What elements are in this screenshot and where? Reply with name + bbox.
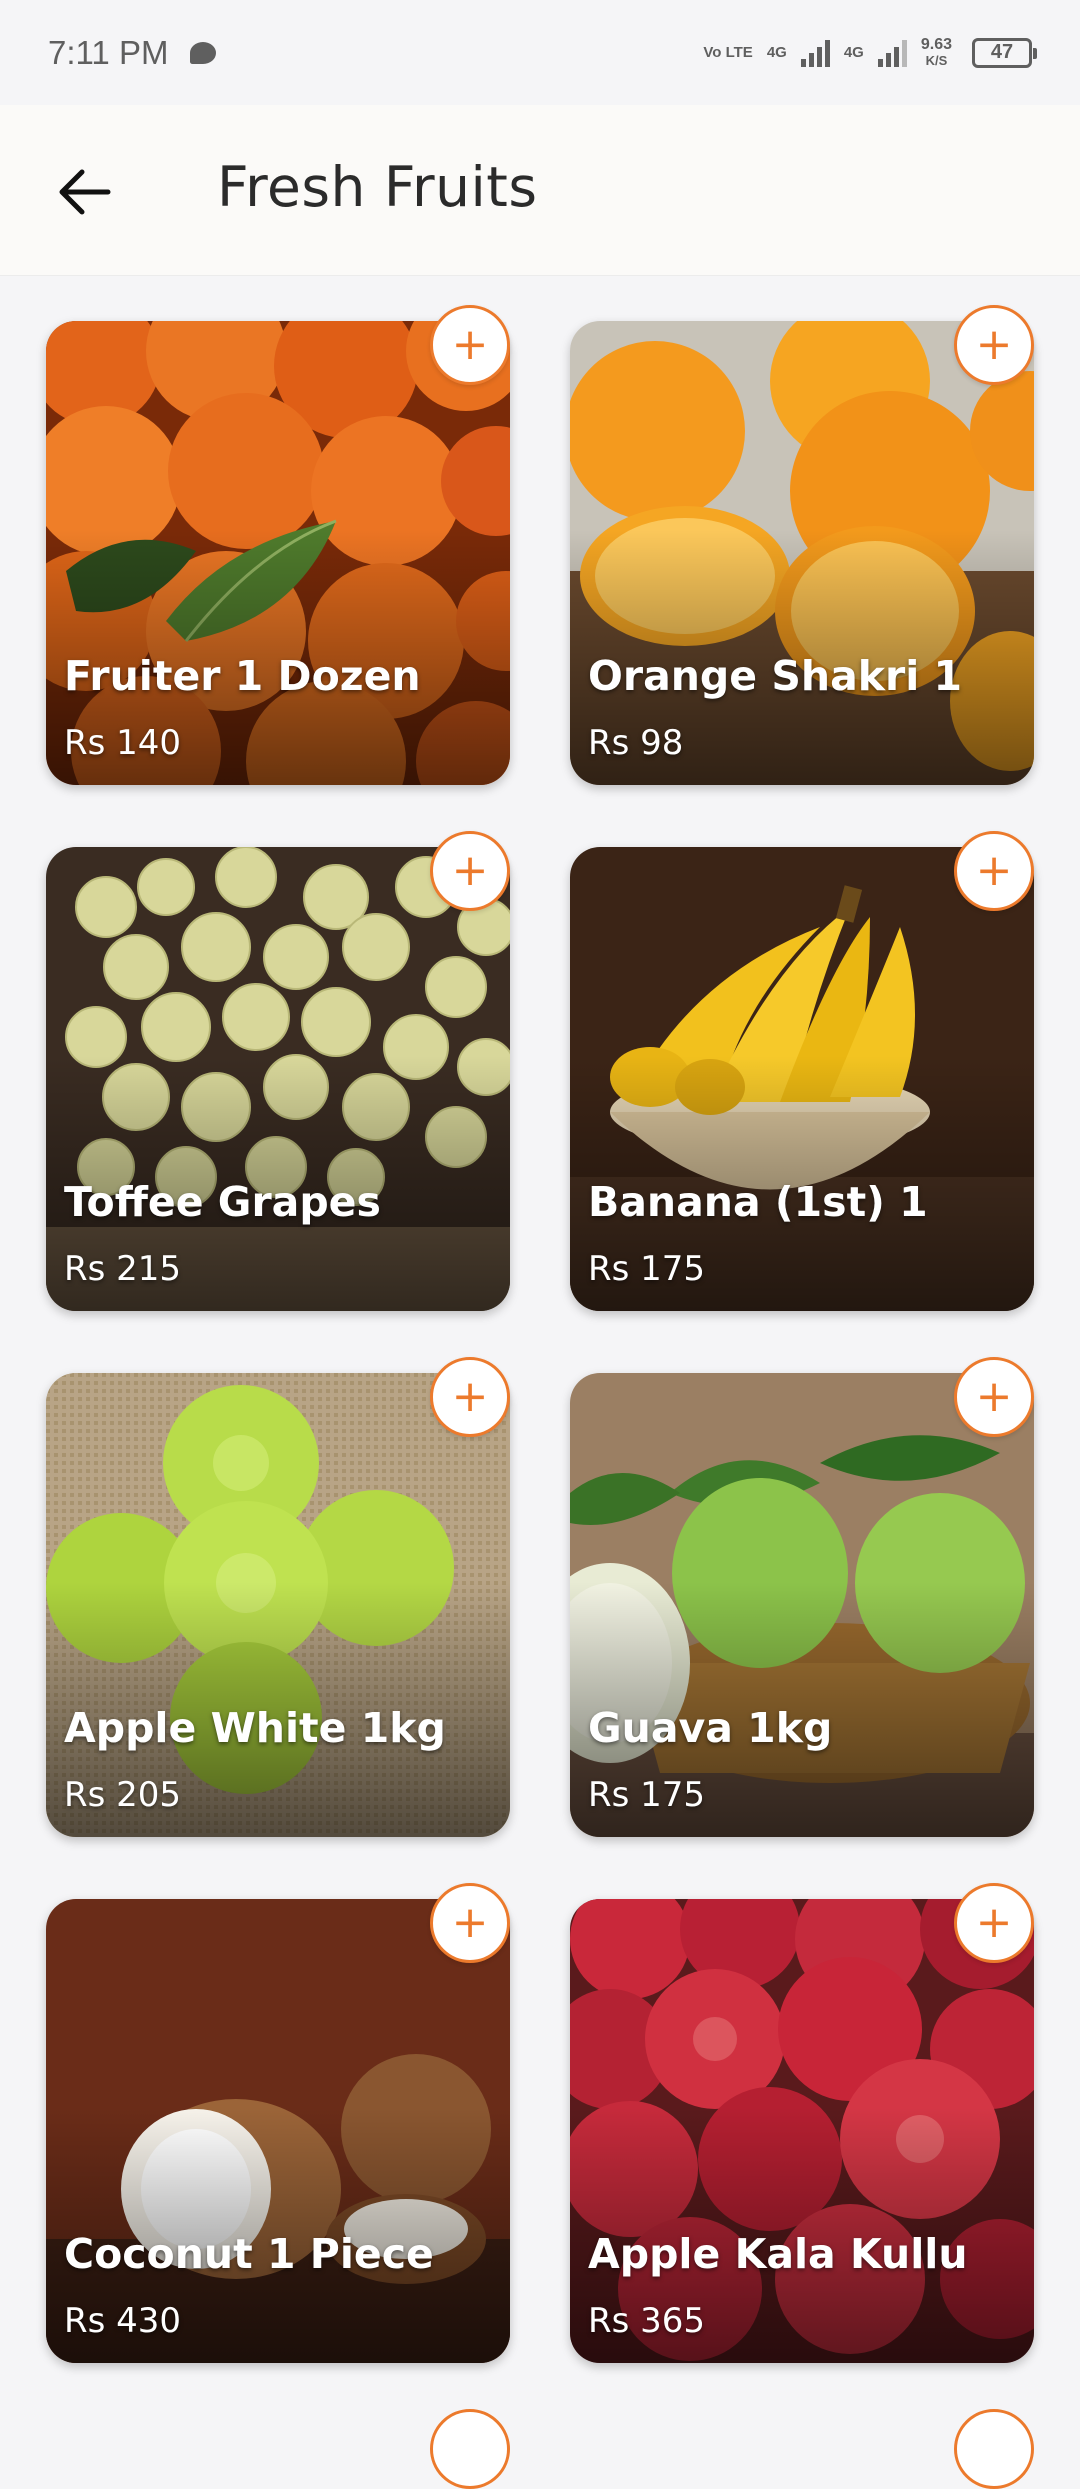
page-title: Fresh Fruits (217, 155, 538, 219)
status-indicators: Vo LTE 4G 4G 9.63 K/S 47 (703, 35, 1037, 69)
network-speed-unit: K/S (925, 52, 948, 68)
battery-level: 47 (990, 41, 1014, 63)
volte-indicator: Vo LTE (703, 44, 753, 61)
network-type-2: 4G (843, 44, 864, 61)
back-button[interactable] (50, 157, 120, 227)
product-card[interactable]: Toffee Grapes Rs 215 (46, 847, 510, 1311)
plus-icon: + (451, 845, 489, 896)
product-price: Rs 175 (588, 1249, 706, 1289)
product-card[interactable]: Guava 1kg Rs 175 (570, 1373, 1034, 1837)
add-to-cart-button-partial[interactable] (954, 2409, 1034, 2489)
product-name: Apple White 1kg (64, 1704, 446, 1752)
plus-icon: + (975, 1371, 1013, 1422)
battery-icon: 47 (972, 37, 1037, 68)
product-card[interactable]: Coconut 1 Piece Rs 430 (46, 1899, 510, 2363)
add-to-cart-button[interactable]: + (954, 831, 1034, 911)
product-card[interactable]: Apple Kala Kullu Rs 365 (570, 1899, 1034, 2363)
product-price: Rs 430 (64, 2301, 182, 2341)
add-to-cart-button-partial[interactable] (430, 2409, 510, 2489)
product-name: Orange Shakri 1 (588, 652, 963, 700)
chat-notification-icon (190, 41, 217, 64)
plus-icon: + (975, 845, 1013, 896)
product-price: Rs 98 (588, 723, 684, 763)
product-price: Rs 205 (64, 1775, 182, 1815)
product-price: Rs 215 (64, 1249, 182, 1289)
add-to-cart-button[interactable]: + (954, 305, 1034, 385)
product-price: Rs 140 (64, 723, 182, 763)
add-to-cart-button[interactable]: + (430, 1357, 510, 1437)
arrow-left-icon (59, 169, 111, 215)
product-card[interactable]: Banana (1st) 1 Rs 175 (570, 847, 1034, 1311)
product-price: Rs 365 (588, 2301, 706, 2341)
add-to-cart-button[interactable]: + (430, 1883, 510, 1963)
product-grid: Fruiter 1 Dozen Rs 140 + Orange Shakri 1… (0, 275, 1080, 2489)
signal-icon (800, 39, 830, 67)
status-time: 7:11 PM (48, 33, 169, 71)
app-bar: Fresh Fruits (0, 105, 1080, 276)
product-name: Fruiter 1 Dozen (64, 652, 421, 700)
plus-icon: + (975, 319, 1013, 370)
product-name: Coconut 1 Piece (64, 2230, 434, 2278)
product-card[interactable]: Fruiter 1 Dozen Rs 140 (46, 321, 510, 785)
product-name: Apple Kala Kullu (588, 2230, 968, 2278)
network-speed: 9.63 K/S (920, 35, 952, 69)
plus-icon: + (451, 1897, 489, 1948)
product-name: Toffee Grapes (64, 1178, 381, 1226)
signal-icon-2 (877, 39, 907, 67)
add-to-cart-button[interactable]: + (954, 1357, 1034, 1437)
network-speed-value: 9.63 (920, 35, 952, 53)
product-card[interactable]: Orange Shakri 1 Rs 98 (570, 321, 1034, 785)
add-to-cart-button[interactable]: + (430, 831, 510, 911)
product-card[interactable]: Apple White 1kg Rs 205 (46, 1373, 510, 1837)
product-name: Guava 1kg (588, 1704, 833, 1752)
add-to-cart-button[interactable]: + (430, 305, 510, 385)
plus-icon: + (451, 1371, 489, 1422)
add-to-cart-button[interactable]: + (954, 1883, 1034, 1963)
product-name: Banana (1st) 1 (588, 1178, 928, 1226)
plus-icon: + (451, 319, 489, 370)
status-bar: 7:11 PM Vo LTE 4G 4G 9.63 K/S 47 (0, 0, 1080, 105)
plus-icon: + (975, 1897, 1013, 1948)
product-price: Rs 175 (588, 1775, 706, 1815)
network-type-1: 4G (766, 44, 787, 61)
